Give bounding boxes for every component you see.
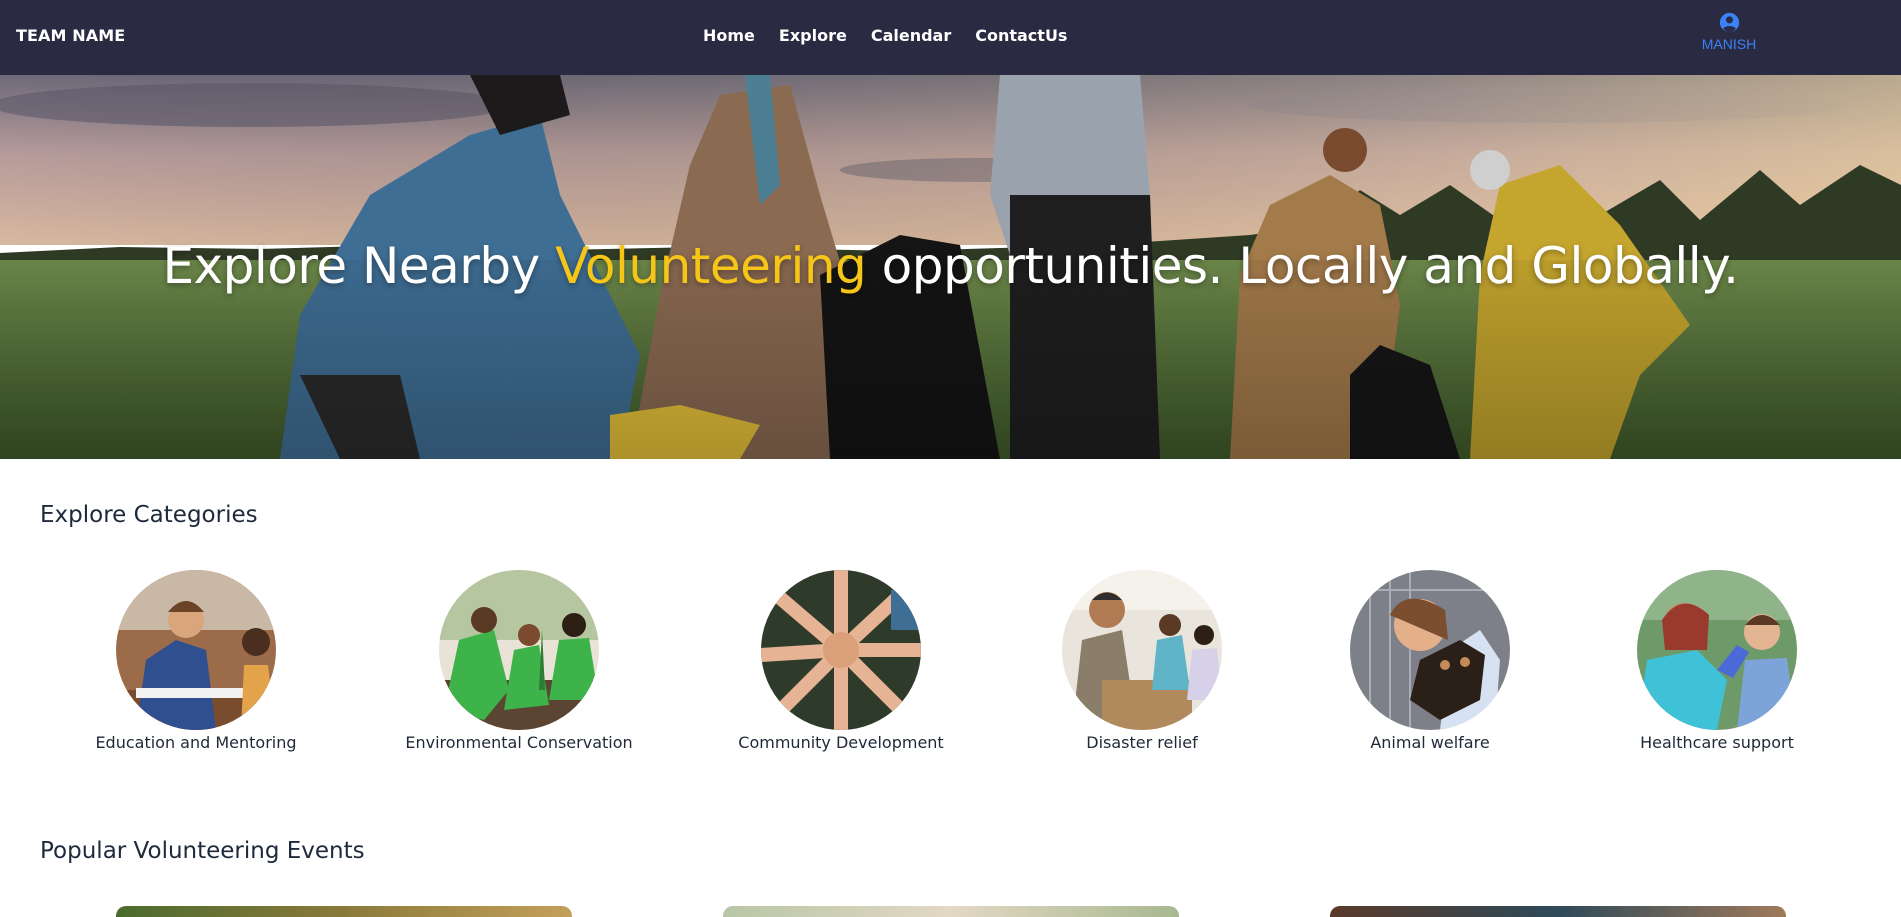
education-photo [116, 570, 276, 730]
hands-together-photo [761, 570, 921, 730]
healthcare-photo [1637, 570, 1797, 730]
hero-title-start: Explore Nearby [162, 237, 556, 295]
category-community[interactable]: Community Development [711, 570, 971, 752]
user-circle-icon [1719, 12, 1739, 33]
category-label: Education and Mentoring [95, 733, 297, 752]
planting-photo [439, 570, 599, 730]
user-menu[interactable]: MANISH [1697, 12, 1761, 52]
hero-title-end: opportunities. Locally and Globally. [866, 237, 1739, 295]
event-card[interactable] [1330, 906, 1786, 917]
event-card[interactable] [116, 906, 572, 917]
hero-title: Explore Nearby Volunteering opportunitie… [0, 237, 1901, 295]
category-education[interactable]: Education and Mentoring [66, 570, 326, 752]
categories-heading: Explore Categories [40, 502, 258, 528]
brand-logo-text[interactable]: TEAM NAME [16, 26, 125, 45]
popular-events-heading: Popular Volunteering Events [40, 838, 365, 864]
hero-banner: Explore Nearby Volunteering opportunitie… [0, 75, 1901, 459]
category-disaster-relief[interactable]: Disaster relief [1012, 570, 1272, 752]
category-healthcare[interactable]: Healthcare support [1587, 570, 1847, 752]
category-label: Environmental Conservation [405, 733, 633, 752]
event-card[interactable] [723, 906, 1179, 917]
category-environmental[interactable]: Environmental Conservation [389, 570, 649, 752]
nav-link-home[interactable]: Home [703, 26, 755, 45]
nav-links: Home Explore Calendar ContactUs [703, 26, 1067, 45]
category-animal-welfare[interactable]: Animal welfare [1300, 570, 1560, 752]
navbar: TEAM NAME Home Explore Calendar ContactU… [0, 0, 1901, 75]
nav-link-calendar[interactable]: Calendar [871, 26, 951, 45]
food-distribution-photo [1062, 570, 1222, 730]
user-name: MANISH [1701, 36, 1757, 52]
nav-link-explore[interactable]: Explore [779, 26, 847, 45]
category-label: Animal welfare [1370, 733, 1490, 752]
hero-title-accent: Volunteering [555, 237, 867, 295]
nav-link-contactus[interactable]: ContactUs [975, 26, 1067, 45]
category-label: Healthcare support [1640, 733, 1794, 752]
category-label: Disaster relief [1086, 733, 1198, 752]
dog-shelter-photo [1350, 570, 1510, 730]
category-label: Community Development [738, 733, 944, 752]
